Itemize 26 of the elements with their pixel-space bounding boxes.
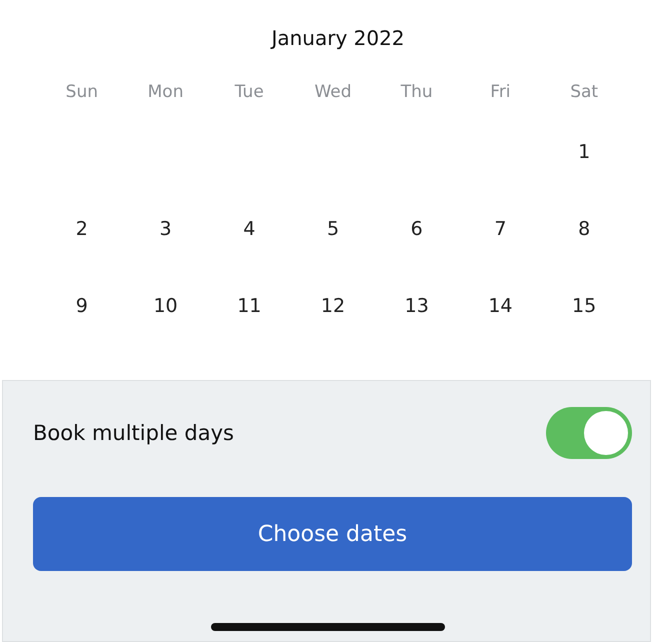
- day-number[interactable]: 3: [124, 193, 208, 270]
- choose-dates-button[interactable]: Choose dates: [33, 497, 632, 571]
- day-number[interactable]: 10: [124, 270, 208, 347]
- day-number[interactable]: 2: [40, 193, 124, 270]
- toggle-switch[interactable]: [546, 407, 632, 459]
- day-number[interactable]: 7: [458, 193, 542, 270]
- weekday-label: Wed: [313, 82, 353, 104]
- day-number[interactable]: 8: [542, 193, 626, 270]
- day-number[interactable]: 9: [40, 270, 124, 347]
- toggle-label: Book multiple days: [33, 421, 234, 445]
- month-title: January 2022: [270, 26, 406, 50]
- day-number[interactable]: 1: [542, 116, 626, 193]
- weekday-label: Tue: [234, 82, 265, 104]
- day-number[interactable]: 15: [542, 270, 626, 347]
- weekday-label: Thu: [400, 82, 434, 104]
- weekday-label: Mon: [146, 82, 184, 104]
- weekday-label: Fri: [489, 82, 512, 104]
- day-number[interactable]: 11: [207, 270, 292, 347]
- day-number[interactable]: 4: [207, 193, 292, 270]
- day-number[interactable]: 14: [458, 270, 542, 347]
- day-number[interactable]: 5: [291, 193, 375, 270]
- day-number[interactable]: 12: [291, 270, 375, 347]
- day-number[interactable]: 6: [374, 193, 459, 270]
- weekday-label: Sat: [569, 82, 600, 104]
- day-number[interactable]: 13: [374, 270, 459, 347]
- weekday-label: Sun: [64, 82, 100, 104]
